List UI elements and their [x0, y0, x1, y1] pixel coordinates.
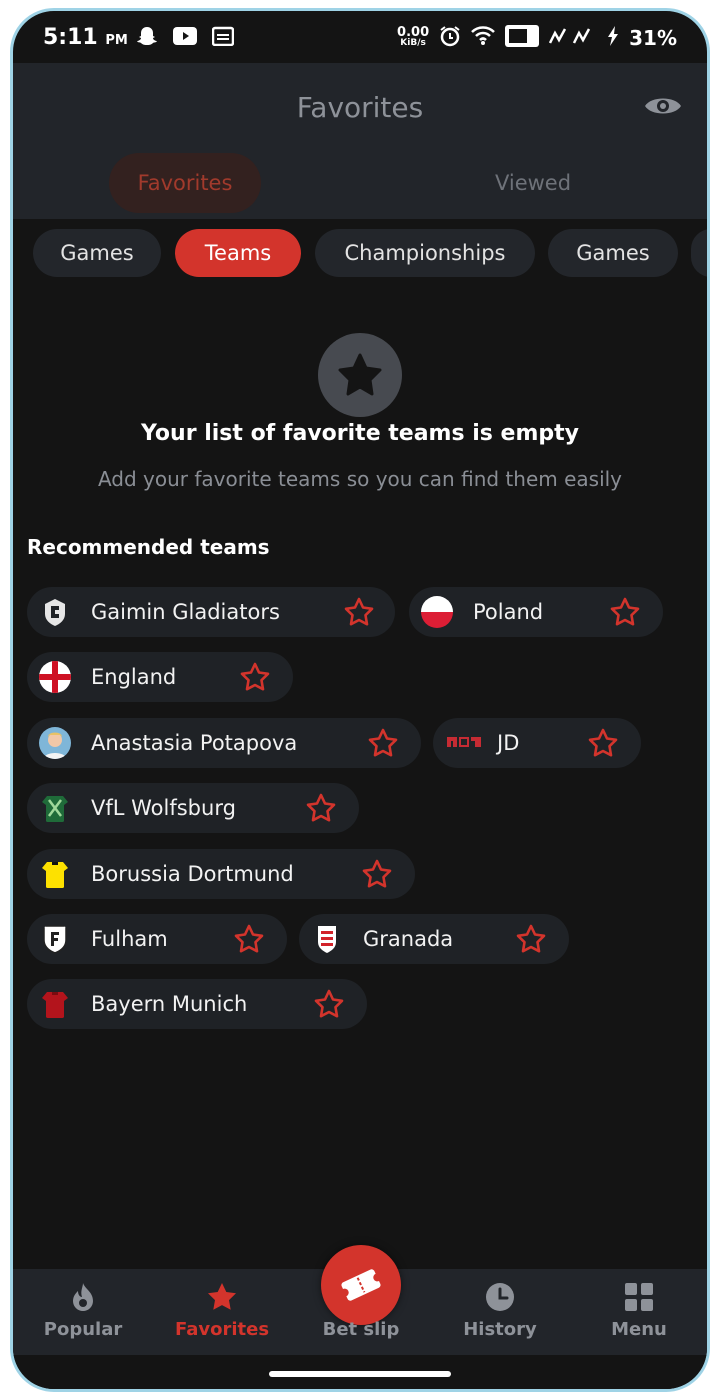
team-chip-borussia-dortmund[interactable]: Borussia Dortmund: [27, 849, 415, 899]
nav-popular[interactable]: Popular: [13, 1269, 153, 1355]
tab-viewed[interactable]: Viewed: [457, 153, 609, 213]
empty-title: Your list of favorite teams is empty: [141, 421, 579, 446]
team-chip-jd[interactable]: JD: [433, 718, 641, 768]
team-name: Gaimin Gladiators: [91, 600, 280, 624]
player-avatar: [39, 727, 71, 759]
chip-games[interactable]: Games: [33, 229, 161, 277]
england-flag: [39, 661, 71, 693]
page-title: Favorites: [296, 91, 424, 124]
bet-slip-button[interactable]: [321, 1245, 401, 1325]
recommended-title: Recommended teams: [27, 535, 270, 559]
youtube-icon: [173, 25, 197, 47]
star-outline-icon[interactable]: [343, 596, 375, 628]
signal-icon: [549, 27, 597, 49]
system-indicators: 0.00 KiB/s 31%: [397, 25, 677, 51]
wifi-icon: [471, 26, 496, 50]
star-outline-icon[interactable]: [361, 858, 393, 890]
star-outline-icon[interactable]: [233, 923, 265, 955]
star-icon: [338, 353, 382, 396]
star-outline-icon[interactable]: [609, 596, 641, 628]
nav-history[interactable]: History: [430, 1269, 570, 1355]
star-outline-icon[interactable]: [305, 792, 337, 824]
filter-chips: Games Teams Championships Games: [29, 229, 707, 279]
team-name: Granada: [363, 927, 454, 951]
team-name: Poland: [473, 600, 544, 624]
bayern-jersey: [39, 988, 71, 1020]
chip-teams[interactable]: Teams: [175, 229, 301, 277]
team-chip-poland[interactable]: Poland: [409, 587, 663, 637]
snapchat-icon: [135, 25, 159, 47]
nav-label: Favorites: [174, 1319, 270, 1340]
jd-gaming-logo: [445, 727, 485, 759]
home-indicator[interactable]: [269, 1371, 451, 1377]
ampm-text: PM: [105, 33, 128, 48]
team-name: JD: [497, 731, 520, 755]
eye-icon[interactable]: [643, 91, 683, 121]
team-name: Anastasia Potapova: [91, 731, 298, 755]
net-speed: 0.00 KiB/s: [397, 25, 430, 49]
nav-favorites[interactable]: Favorites: [152, 1269, 292, 1355]
battery-percent: 31%: [629, 26, 677, 50]
alarm-icon: [439, 25, 461, 51]
team-name: Borussia Dortmund: [91, 862, 294, 886]
team-chip-gaimin-gladiators[interactable]: Gaimin Gladiators: [27, 587, 395, 637]
granada-crest: [311, 923, 343, 955]
grid-icon: [625, 1283, 653, 1311]
fulham-crest: [39, 923, 71, 955]
notification-icons: [135, 25, 235, 47]
nav-label: Bet slip: [322, 1319, 400, 1340]
tab-favorites[interactable]: Favorites: [109, 153, 261, 213]
wolfsburg-jersey: [39, 792, 71, 824]
nav-bet-slip[interactable]: Bet slip: [291, 1245, 431, 1355]
bottom-nav: Popular Favorites Bet slip History Menu: [13, 1245, 707, 1355]
team-chip-bayern-munich[interactable]: Bayern Munich: [27, 979, 367, 1029]
star-outline-icon[interactable]: [239, 661, 271, 693]
empty-star-badge: [318, 333, 402, 417]
team-name: England: [91, 665, 177, 689]
chip-overflow[interactable]: [691, 229, 707, 277]
clock-icon: [486, 1283, 514, 1311]
team-chip-granada[interactable]: Granada: [299, 914, 569, 964]
nav-label: History: [463, 1319, 537, 1340]
flame-icon: [73, 1283, 93, 1311]
team-name: Bayern Munich: [91, 992, 248, 1016]
dortmund-jersey: [39, 858, 71, 890]
status-bar: 5:11 PM 0.00 KiB/s 31%: [13, 11, 707, 63]
nav-label: Popular: [43, 1319, 123, 1340]
team-name: VfL Wolfsburg: [91, 796, 236, 820]
star-icon: [208, 1283, 236, 1310]
poland-flag: [421, 596, 453, 628]
nav-menu[interactable]: Menu: [569, 1269, 707, 1355]
app-header: Favorites Favorites Viewed: [13, 63, 707, 219]
status-time: 5:11 PM: [43, 25, 128, 50]
chip-games-2[interactable]: Games: [548, 229, 678, 277]
gaimin-gladiators-logo: [39, 596, 71, 628]
net-speed-value: 0.00: [397, 25, 430, 40]
team-chip-vfl-wolfsburg[interactable]: VfL Wolfsburg: [27, 783, 359, 833]
chip-championships[interactable]: Championships: [315, 229, 535, 277]
ticket-icon: [340, 1269, 382, 1301]
star-outline-icon[interactable]: [587, 727, 619, 759]
phone-screen: 5:11 PM 0.00 KiB/s 31% Favorites Favorit…: [10, 8, 710, 1392]
team-chip-england[interactable]: England: [27, 652, 293, 702]
team-chip-anastasia-potapova[interactable]: Anastasia Potapova: [27, 718, 421, 768]
team-name: Fulham: [91, 927, 168, 951]
star-outline-icon[interactable]: [515, 923, 547, 955]
empty-subtitle: Add your favorite teams so you can find …: [97, 467, 623, 491]
star-outline-icon[interactable]: [313, 988, 345, 1020]
team-chip-fulham[interactable]: Fulham: [27, 914, 287, 964]
clock-text: 5:11: [43, 25, 98, 50]
charging-icon: [607, 26, 619, 50]
nav-label: Menu: [611, 1319, 667, 1340]
vowifi-icon: [505, 25, 540, 51]
net-speed-unit: KiB/s: [400, 38, 426, 48]
calendar-icon: [211, 25, 235, 47]
star-outline-icon[interactable]: [367, 727, 399, 759]
